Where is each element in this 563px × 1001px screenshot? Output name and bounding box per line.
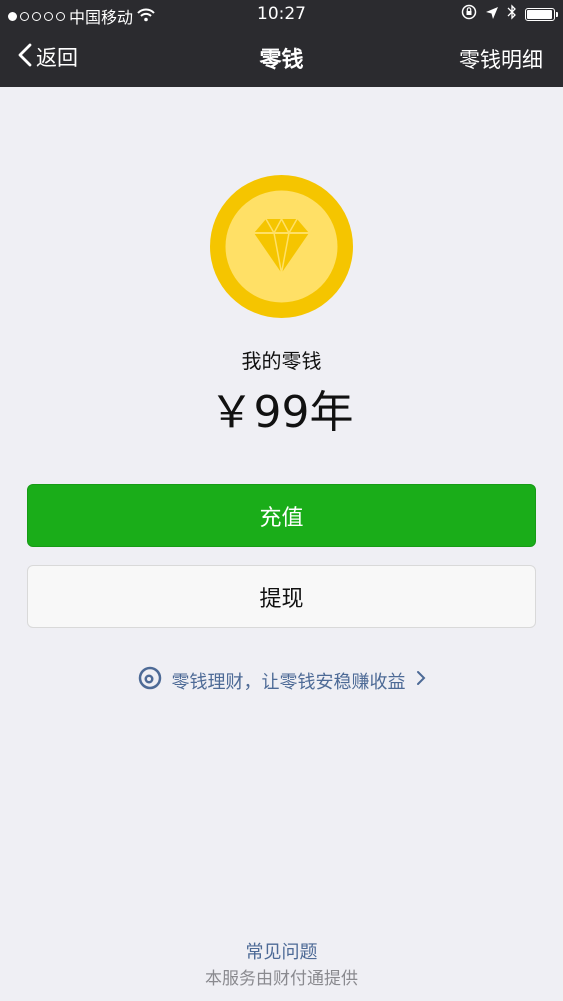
wealth-management-text: 零钱理财，让零钱安稳赚收益 — [171, 671, 406, 693]
battery-icon — [525, 7, 558, 21]
wallet-coin-icon — [210, 175, 353, 318]
recharge-button[interactable]: 充值 — [27, 484, 536, 547]
navigation-bar: 返回 零钱 零钱明细 — [0, 28, 563, 87]
wealth-management-link[interactable]: 零钱理财，让零钱安稳赚收益 — [0, 666, 563, 695]
location-arrow-icon — [485, 5, 499, 24]
withdraw-button[interactable]: 提现 — [27, 565, 536, 628]
rotation-lock-icon — [461, 4, 477, 24]
faq-link[interactable]: 常见问题 — [0, 938, 563, 964]
service-provider-text: 本服务由财付通提供 — [205, 969, 358, 989]
licaitong-icon — [138, 666, 162, 695]
chevron-right-icon — [416, 670, 426, 691]
bluetooth-icon — [507, 4, 517, 24]
balance-amount: ￥99年 — [209, 387, 354, 438]
balance-label: 我的零钱 — [241, 349, 322, 373]
balance-details-link[interactable]: 零钱明细 — [459, 44, 543, 74]
status-right — [461, 4, 558, 24]
status-bar: 中国移动 10:27 — [0, 0, 563, 28]
